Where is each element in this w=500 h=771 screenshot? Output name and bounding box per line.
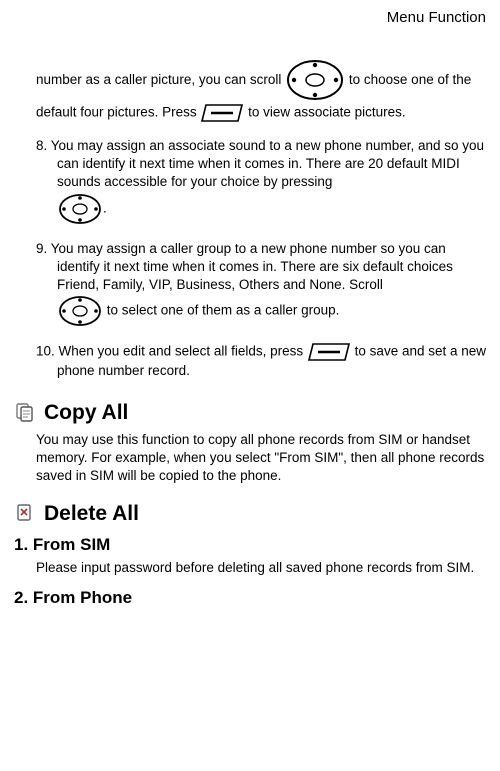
nav-key-icon: [285, 72, 349, 87]
p7-text-3: to view associate pictures.: [248, 105, 406, 120]
paragraph-10: 10. When you edit and select all fields,…: [36, 342, 492, 380]
p8-text-1: 8. You may assign an associate sound to …: [36, 138, 484, 189]
copy-all-heading-row: Copy All: [10, 395, 492, 429]
page-content: number as a caller picture, you can scro…: [0, 0, 500, 610]
p10-text-1: 10. When you edit and select all fields,…: [36, 344, 307, 359]
from-sim-heading: 1. From SIM: [14, 534, 492, 557]
copy-all-icon: [14, 401, 36, 423]
nav-key-icon: [57, 294, 103, 328]
nav-key-icon: [57, 192, 103, 226]
p9-text-2: to select one of them as a caller group.: [107, 303, 340, 318]
from-sim-body: Please input password before deleting al…: [36, 559, 492, 577]
p9-text-1: 9. You may assign a caller group to a ne…: [36, 241, 453, 292]
paragraph-9: 9. You may assign a caller group to a ne…: [36, 240, 492, 329]
soft-key-icon: [200, 105, 248, 120]
paragraph-8: 8. You may assign an associate sound to …: [36, 137, 492, 226]
header-title: Menu Function: [387, 9, 486, 26]
delete-all-icon: [14, 502, 36, 524]
p7-text-1: number as a caller picture, you can scro…: [36, 72, 285, 87]
page-header: Menu Function: [387, 8, 486, 28]
delete-all-heading-row: Delete All: [10, 496, 492, 530]
from-phone-heading: 2. From Phone: [14, 587, 492, 610]
soft-key-icon: [307, 344, 355, 359]
paragraph-7: number as a caller picture, you can scro…: [36, 58, 492, 123]
copy-all-heading: Copy All: [44, 399, 128, 427]
delete-all-heading: Delete All: [44, 500, 139, 528]
p8-text-2: .: [103, 200, 107, 215]
copy-all-body: You may use this function to copy all ph…: [36, 431, 492, 486]
